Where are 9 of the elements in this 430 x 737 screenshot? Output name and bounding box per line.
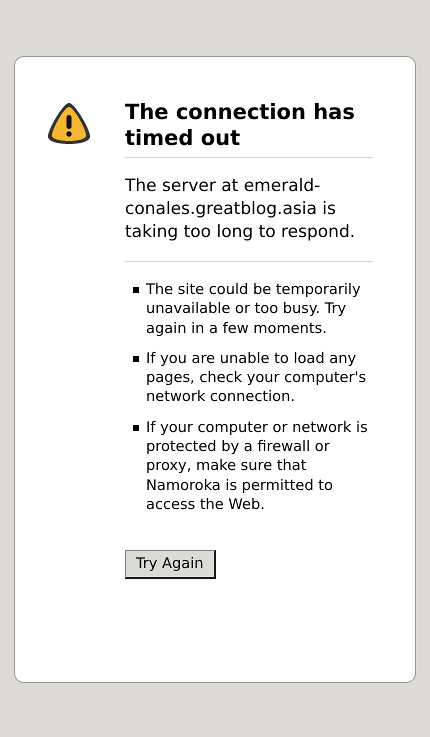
suggestion-text: If your computer or network is protected by a firewall or proxy, make sure that Namoroka is permitted to access the Web. (146, 418, 369, 514)
bullet-icon (133, 287, 139, 293)
bullet-icon (133, 424, 139, 431)
error-title: The connection has timed out (125, 99, 373, 158)
bullet-icon (133, 356, 139, 362)
try-again-button[interactable]: Try Again (125, 550, 216, 580)
suggestion-text: If you are unable to load any pages, check your computer's network connection. (146, 348, 368, 407)
suggestion-text: The site could be temporarily unavailable or too busy. Try again in a few moments. (146, 280, 362, 338)
error-message: The server at emerald-conales.greatblog.asia is taking too long to respond. (125, 175, 373, 262)
